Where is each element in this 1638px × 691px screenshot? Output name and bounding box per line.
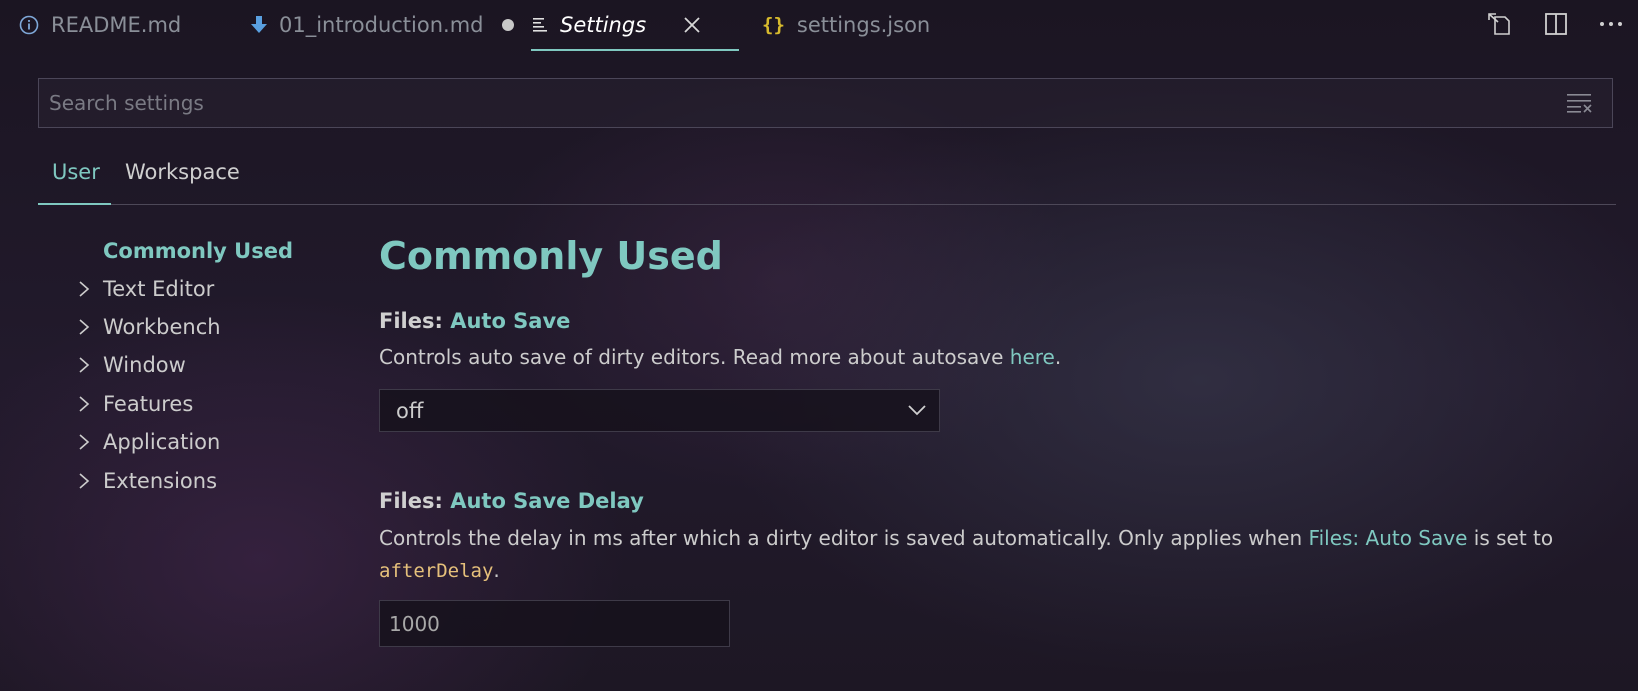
setting-title-auto-save: Files: Auto Save bbox=[379, 309, 570, 333]
active-tab-indicator bbox=[531, 49, 739, 51]
settings-search-box bbox=[38, 78, 1613, 128]
chevron-down-icon bbox=[907, 402, 927, 421]
search-input[interactable] bbox=[39, 79, 1549, 127]
settings-lines-icon bbox=[532, 16, 548, 34]
auto-save-delay-input[interactable] bbox=[379, 600, 730, 647]
toc-item-extensions[interactable]: Extensions bbox=[78, 466, 217, 496]
description-text: Controls auto save of dirty editors. Rea… bbox=[379, 345, 1010, 369]
tab-readme[interactable]: README.md bbox=[19, 0, 181, 50]
files-auto-save-link[interactable]: Files: Auto Save bbox=[1309, 526, 1468, 550]
tab-settings[interactable]: Settings bbox=[532, 0, 700, 50]
description-text-mid: is set to bbox=[1467, 526, 1554, 550]
toc-item-features[interactable]: Features bbox=[78, 389, 193, 419]
dropdown-value: off bbox=[396, 399, 424, 423]
setting-key: Auto Save bbox=[450, 309, 571, 333]
tab-label: README.md bbox=[51, 13, 182, 37]
toc-item-window[interactable]: Window bbox=[78, 350, 186, 380]
description-text-end: . bbox=[1054, 345, 1062, 369]
chevron-right-icon bbox=[78, 318, 103, 336]
autosave-docs-link[interactable]: here bbox=[1010, 345, 1055, 369]
active-scope-indicator bbox=[38, 203, 111, 205]
toc-label: Extensions bbox=[103, 469, 218, 493]
setting-category: Files: bbox=[379, 489, 451, 513]
chevron-right-icon bbox=[78, 472, 103, 490]
code-value-after-delay: afterDelay bbox=[379, 560, 494, 582]
toc-label: Text Editor bbox=[103, 277, 215, 301]
toc-item-workbench[interactable]: Workbench bbox=[78, 312, 221, 342]
download-arrow-icon bbox=[251, 15, 267, 35]
toc-label: Commonly Used bbox=[103, 239, 294, 263]
tab-workspace[interactable]: Workspace bbox=[125, 160, 240, 184]
setting-category: Files: bbox=[379, 309, 451, 333]
toc-item-application[interactable]: Application bbox=[78, 427, 220, 457]
chevron-right-icon bbox=[78, 280, 103, 298]
toc-label: Window bbox=[103, 353, 186, 377]
tab-label: 01_introduction.md bbox=[279, 13, 484, 37]
toc-label: Application bbox=[103, 430, 221, 454]
setting-key: Auto Save Delay bbox=[450, 489, 644, 513]
setting-description-auto-save: Controls auto save of dirty editors. Rea… bbox=[379, 341, 1579, 373]
toc-item-text-editor[interactable]: Text Editor bbox=[78, 274, 214, 304]
setting-title-auto-save-delay: Files: Auto Save Delay bbox=[379, 489, 644, 513]
chevron-right-icon bbox=[78, 433, 103, 451]
tab-01-introduction[interactable]: 01_introduction.md bbox=[251, 0, 514, 50]
tab-label: settings.json bbox=[796, 13, 931, 37]
json-braces-icon: {} bbox=[762, 14, 785, 36]
toc-label: Features bbox=[103, 392, 194, 416]
chevron-right-icon bbox=[78, 356, 103, 374]
open-settings-json-icon[interactable] bbox=[1485, 9, 1515, 39]
description-text-end: . bbox=[493, 558, 500, 582]
setting-description-auto-save-delay: Controls the delay in ms after which a d… bbox=[379, 522, 1579, 587]
split-editor-icon[interactable] bbox=[1541, 9, 1571, 39]
more-actions-icon[interactable] bbox=[1596, 9, 1626, 39]
clear-filter-icon[interactable] bbox=[1566, 92, 1592, 114]
description-text: Controls the delay in ms after which a d… bbox=[379, 526, 1309, 550]
editor-tab-bar: README.md 01_introduction.md Settings {}… bbox=[0, 0, 1638, 51]
tab-label: Settings bbox=[560, 13, 647, 37]
toc-label: Workbench bbox=[103, 315, 221, 339]
info-icon bbox=[19, 15, 39, 35]
tab-settings-json[interactable]: {} settings.json bbox=[762, 0, 930, 50]
chevron-right-icon bbox=[78, 395, 103, 413]
settings-editor-window: README.md 01_introduction.md Settings {}… bbox=[0, 0, 1638, 691]
close-icon[interactable] bbox=[684, 17, 700, 33]
auto-save-dropdown[interactable]: off bbox=[379, 389, 940, 432]
section-title: Commonly Used bbox=[379, 234, 723, 278]
unsaved-changes-dot[interactable] bbox=[501, 19, 514, 31]
toc-item-commonly-used[interactable]: Commonly Used bbox=[103, 236, 293, 266]
scope-divider bbox=[38, 204, 1616, 205]
tab-user[interactable]: User bbox=[52, 160, 100, 184]
